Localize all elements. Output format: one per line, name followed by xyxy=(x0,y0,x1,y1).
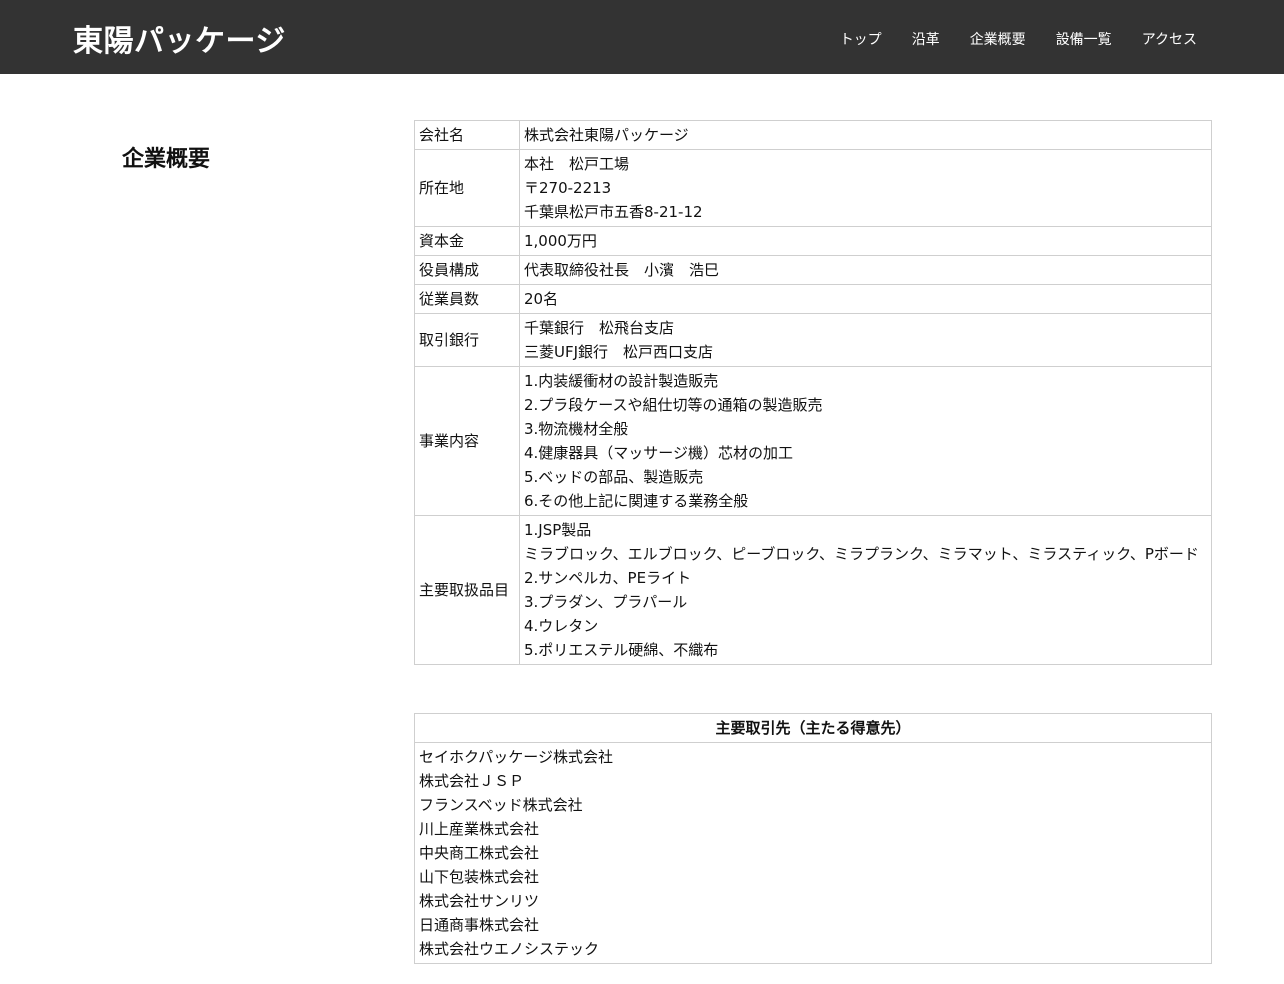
info-value-line: 2.サンペルカ、PEライト xyxy=(523,569,692,587)
page-title: 企業概要 xyxy=(122,147,211,172)
site-logo[interactable]: 東陽パッケージ xyxy=(73,22,286,62)
info-value-line: 3.プラダン、プラパール xyxy=(523,593,688,611)
info-value-line: 4.ウレタン xyxy=(523,617,599,635)
info-row: 役員構成 代表取締役社長 小濱 浩巳 xyxy=(414,255,1213,285)
client-item: 株式会社ウエノシステック xyxy=(419,940,600,958)
info-value-line: 5.ポリエステル硬綿、不織布 xyxy=(523,641,719,659)
info-value: 代表取締役社長 小濱 浩巳 xyxy=(518,255,1213,285)
info-row: 主要取扱品目 1.JSP製品ミラブロック、エルブロック、ピーブロック、ミラプランク… xyxy=(414,515,1213,665)
client-item: 日通商事株式会社 xyxy=(419,916,540,934)
info-value-line: 1,000万円 xyxy=(523,232,597,250)
info-value-line: 6.その他上記に関連する業務全般 xyxy=(523,492,749,510)
info-row: 従業員数 20名 xyxy=(414,284,1213,314)
info-value-line: 20名 xyxy=(523,290,559,308)
info-value-line: 株式会社東陽パッケージ xyxy=(523,126,689,144)
nav-access[interactable]: アクセス xyxy=(1142,30,1197,50)
info-key: 資本金 xyxy=(414,226,520,256)
info-row: 会社名 株式会社東陽パッケージ xyxy=(414,120,1213,150)
info-value: 株式会社東陽パッケージ xyxy=(518,120,1213,150)
info-value-line: 千葉県松戸市五香8-21-12 xyxy=(523,203,703,221)
nav-equipment[interactable]: 設備一覧 xyxy=(1056,30,1112,50)
info-value-line: 本社 松戸工場 xyxy=(523,155,629,173)
clients-heading: 主要取引先（主たる得意先） xyxy=(414,713,1212,743)
clients-header-row: 主要取引先（主たる得意先） xyxy=(414,713,1212,743)
info-value-line: 4.健康器具（マッサージ機）芯材の加工 xyxy=(523,444,793,462)
nav-history[interactable]: 沿革 xyxy=(912,30,940,50)
client-item: セイホクパッケージ株式会社 xyxy=(419,748,613,766)
info-key: 会社名 xyxy=(414,120,520,150)
info-key: 事業内容 xyxy=(414,366,520,516)
info-value-line: 1.内装緩衝材の設計製造販売 xyxy=(523,372,719,390)
info-value: 本社 松戸工場 〒270-2213 千葉県松戸市五香8-21-12 xyxy=(518,149,1213,227)
info-key: 従業員数 xyxy=(414,284,520,314)
info-row: 資本金 1,000万円 xyxy=(414,226,1213,256)
info-row: 所在地 本社 松戸工場 〒270-2213 千葉県松戸市五香8-21-12 xyxy=(414,149,1213,227)
client-item: 株式会社サンリツ xyxy=(419,892,540,910)
company-info-table: 会社名 株式会社東陽パッケージ 所在地 本社 松戸工場 〒270-2213 千葉県松戸市五… xyxy=(414,120,1213,665)
info-value-line: 3.物流機材全般 xyxy=(523,420,629,438)
info-value-line: 三菱UFJ銀行 松戸西口支店 xyxy=(523,343,714,361)
info-value-line: 千葉銀行 松飛台支店 xyxy=(523,319,674,337)
client-item: 川上産業株式会社 xyxy=(419,820,540,838)
info-value: 20名 xyxy=(518,284,1213,314)
nav-top[interactable]: トップ xyxy=(840,30,882,50)
clients-list: セイホクパッケージ株式会社 株式会社ＪＳＰ フランスベッド株式会社 川上産業株式会社中… xyxy=(414,742,1212,964)
main-nav: トップ 沿革 企業概要 設備一覧 アクセス xyxy=(840,30,1197,50)
info-value-line: 5.ベッドの部品、製造販売 xyxy=(523,468,704,486)
info-value: 1.内装緩衝材の設計製造販売 2.プラ段ケースや組仕切等の通箱の製造販売 3.物流機… xyxy=(518,366,1213,516)
info-row: 取引銀行 千葉銀行 松飛台支店三菱UFJ銀行 松戸西口支店 xyxy=(414,313,1213,367)
clients-list-row: セイホクパッケージ株式会社 株式会社ＪＳＰ フランスベッド株式会社 川上産業株式会社中… xyxy=(414,742,1212,964)
info-key: 役員構成 xyxy=(414,255,520,285)
site-header: 東陽パッケージ トップ 沿革 企業概要 設備一覧 アクセス xyxy=(0,0,1284,74)
info-value-line: 1.JSP製品 xyxy=(523,521,592,539)
client-item: 山下包装株式会社 xyxy=(419,868,540,886)
info-value-line: 〒270-2213 xyxy=(523,179,612,197)
info-key: 所在地 xyxy=(414,149,520,227)
client-item: フランスベッド株式会社 xyxy=(419,796,583,814)
info-value: 1,000万円 xyxy=(518,226,1213,256)
info-value: 千葉銀行 松飛台支店三菱UFJ銀行 松戸西口支店 xyxy=(518,313,1213,367)
info-key: 取引銀行 xyxy=(414,313,520,367)
client-item: 株式会社ＪＳＰ xyxy=(419,772,525,790)
client-item: 中央商工株式会社 xyxy=(419,844,540,862)
nav-company-overview[interactable]: 企業概要 xyxy=(970,30,1026,50)
info-row: 事業内容 1.内装緩衝材の設計製造販売 2.プラ段ケースや組仕切等の通箱の製造販売 3… xyxy=(414,366,1213,516)
info-key: 主要取扱品目 xyxy=(414,515,520,665)
clients-table: 主要取引先（主たる得意先） セイホクパッケージ株式会社 株式会社ＪＳＰ フランスベッ… xyxy=(414,713,1212,964)
info-value-line: ミラブロック、エルブロック、ピーブロック、ミラプランク、ミラマット、ミラスティッ… xyxy=(523,545,1199,563)
info-value-line: 2.プラ段ケースや組仕切等の通箱の製造販売 xyxy=(523,396,823,414)
info-value-line: 代表取締役社長 小濱 浩巳 xyxy=(523,261,719,279)
info-value: 1.JSP製品ミラブロック、エルブロック、ピーブロック、ミラプランク、ミラマット… xyxy=(518,515,1213,665)
